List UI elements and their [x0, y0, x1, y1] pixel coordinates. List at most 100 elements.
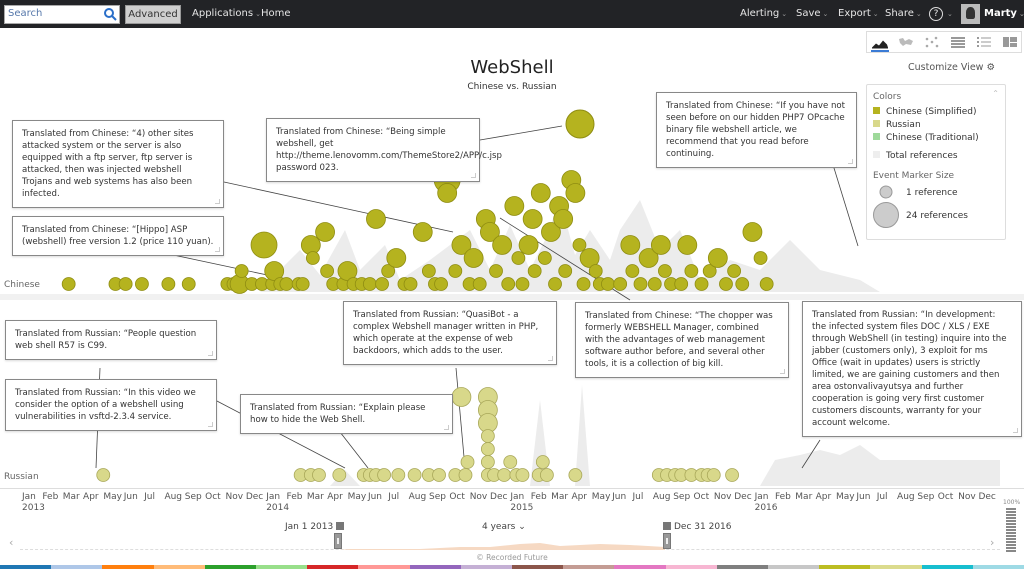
home-link[interactable]: Home	[261, 8, 291, 19]
event-marker-russian	[377, 468, 391, 482]
axis-month-label: Jan	[266, 492, 281, 502]
axis-month-label: Jan	[510, 492, 525, 502]
search-icon[interactable]	[103, 7, 117, 21]
event-marker-chinese	[472, 277, 487, 291]
event-marker-russian	[497, 468, 512, 482]
event-marker-russian	[480, 429, 495, 443]
chevron-down-icon: ⌄	[518, 522, 526, 532]
annotation-note[interactable]: Translated from Chinese: “[Hippo] ASP (w…	[12, 216, 224, 256]
event-marker-chinese	[315, 222, 335, 242]
map-view-icon[interactable]	[897, 35, 915, 49]
axis-month-label: Apr	[571, 492, 588, 502]
axis-month-label: Mar	[551, 492, 569, 502]
event-marker-chinese	[463, 248, 484, 268]
save-menu[interactable]: Save ⌄	[796, 8, 828, 19]
annotation-note[interactable]: Translated from Russian: “In development…	[802, 301, 1022, 437]
annotation-note[interactable]: Translated from Russian: “People questio…	[5, 320, 217, 360]
scroll-left-button[interactable]: ‹	[9, 536, 13, 549]
event-marker-chinese	[234, 264, 249, 278]
avatar[interactable]	[961, 4, 980, 24]
search-input[interactable]: Search	[4, 5, 120, 24]
event-marker-chinese	[489, 264, 503, 278]
event-marker-chinese	[250, 231, 278, 259]
event-marker-chinese	[707, 248, 728, 268]
event-marker-russian	[480, 442, 495, 456]
event-marker-chinese	[386, 248, 407, 268]
network-view-icon[interactable]	[923, 35, 941, 49]
legend-label: Chinese (Traditional)	[886, 133, 979, 143]
event-marker-chinese	[601, 277, 615, 291]
event-marker-chinese	[553, 209, 574, 229]
event-marker-chinese	[161, 277, 176, 291]
event-marker-chinese	[658, 264, 672, 278]
annotation-note[interactable]: Translated from Chinese: “If you have no…	[656, 92, 857, 168]
event-marker-russian	[451, 387, 472, 407]
event-marker-russian	[458, 468, 473, 482]
user-menu[interactable]: Marty ⌄	[984, 8, 1024, 19]
event-marker-russian	[725, 468, 739, 482]
list-view-icon[interactable]	[975, 35, 993, 49]
annotation-note[interactable]: Translated from Chinese: “The chopper wa…	[575, 302, 789, 378]
advanced-button[interactable]: Advanced	[125, 5, 181, 24]
overview-track[interactable]	[20, 540, 1000, 550]
annotation-note[interactable]: Translated from Russian: “QuasiBot - a c…	[343, 301, 557, 365]
page-title: WebShell	[470, 57, 554, 78]
axis-month-label: Dec	[490, 492, 508, 502]
axis-month-label: Sep	[917, 492, 935, 502]
event-marker-russian	[96, 468, 111, 482]
swatch	[873, 120, 880, 127]
collapse-icon[interactable]: ⌃	[992, 89, 999, 98]
alerting-menu[interactable]: Alerting ⌄	[740, 8, 787, 19]
range-start[interactable]: Jan 1 2013	[285, 522, 347, 532]
axis-month-label: Jan	[754, 492, 769, 502]
event-marker-chinese	[403, 277, 418, 291]
event-marker-chinese	[305, 251, 320, 265]
event-marker-russian	[515, 468, 530, 482]
event-marker-russian	[432, 468, 446, 482]
annotation-note[interactable]: Translated from Chinese: “Being simple w…	[266, 118, 502, 182]
table-view-icon[interactable]	[949, 35, 967, 49]
chevron-down-icon: ⌄	[1018, 10, 1024, 18]
share-menu[interactable]: Share ⌄	[885, 8, 922, 19]
axis-month-label: Jul	[876, 492, 888, 502]
annotation-leader-line	[829, 154, 859, 247]
zoom-slider[interactable]	[1006, 508, 1016, 552]
help-icon[interactable]: ?	[929, 7, 943, 21]
applications-menu[interactable]: Applications ⌄	[192, 8, 261, 19]
export-menu[interactable]: Export ⌄	[838, 8, 879, 19]
axis-month-label: May	[836, 492, 855, 502]
chevron-down-icon: ⌄	[822, 10, 829, 18]
small-marker-icon	[879, 185, 893, 199]
legend-item: Chinese (Traditional)	[873, 133, 979, 143]
axis-year-label: 2014	[266, 503, 290, 513]
event-marker-chinese	[421, 264, 436, 278]
event-marker-chinese	[647, 277, 662, 291]
range-start-handle[interactable]	[334, 533, 342, 549]
event-marker-chinese	[518, 235, 539, 255]
annotation-note[interactable]: Translated from Chinese: “4) other sites…	[12, 120, 224, 208]
calendar-icon[interactable]	[336, 522, 345, 530]
axis-month-label: Sep	[673, 492, 691, 502]
event-marker-chinese	[492, 235, 513, 255]
range-end-handle[interactable]	[663, 533, 671, 549]
range-end[interactable]: Dec 31 2016	[660, 522, 732, 532]
event-marker-chinese	[558, 264, 573, 278]
event-marker-russian	[407, 468, 422, 482]
annotation-note[interactable]: Translated from Russian: “Explain please…	[240, 394, 453, 434]
range-span-dropdown[interactable]: 4 years ⌄	[482, 522, 526, 532]
event-marker-chinese	[759, 277, 774, 291]
user-name: Marty	[984, 8, 1017, 19]
top-navigation-bar: Search Advanced Applications ⌄ Home Alert…	[0, 0, 1024, 28]
grid-view-icon[interactable]	[1001, 35, 1019, 49]
axis-month-label: Sep	[184, 492, 202, 502]
annotation-note[interactable]: Translated from Russian: “In this video …	[5, 379, 217, 431]
scroll-right-button[interactable]: ›	[990, 536, 994, 549]
help-chevron-icon[interactable]: ⌄	[945, 8, 953, 19]
event-marker-chinese	[727, 264, 742, 278]
legend-item: Total references	[873, 151, 958, 161]
event-marker-chinese	[613, 277, 628, 291]
calendar-icon[interactable]	[663, 522, 671, 530]
axis-month-label: Feb	[286, 492, 303, 502]
timeline-view-icon[interactable]	[871, 35, 889, 52]
axis-month-label: Jul	[388, 492, 400, 502]
